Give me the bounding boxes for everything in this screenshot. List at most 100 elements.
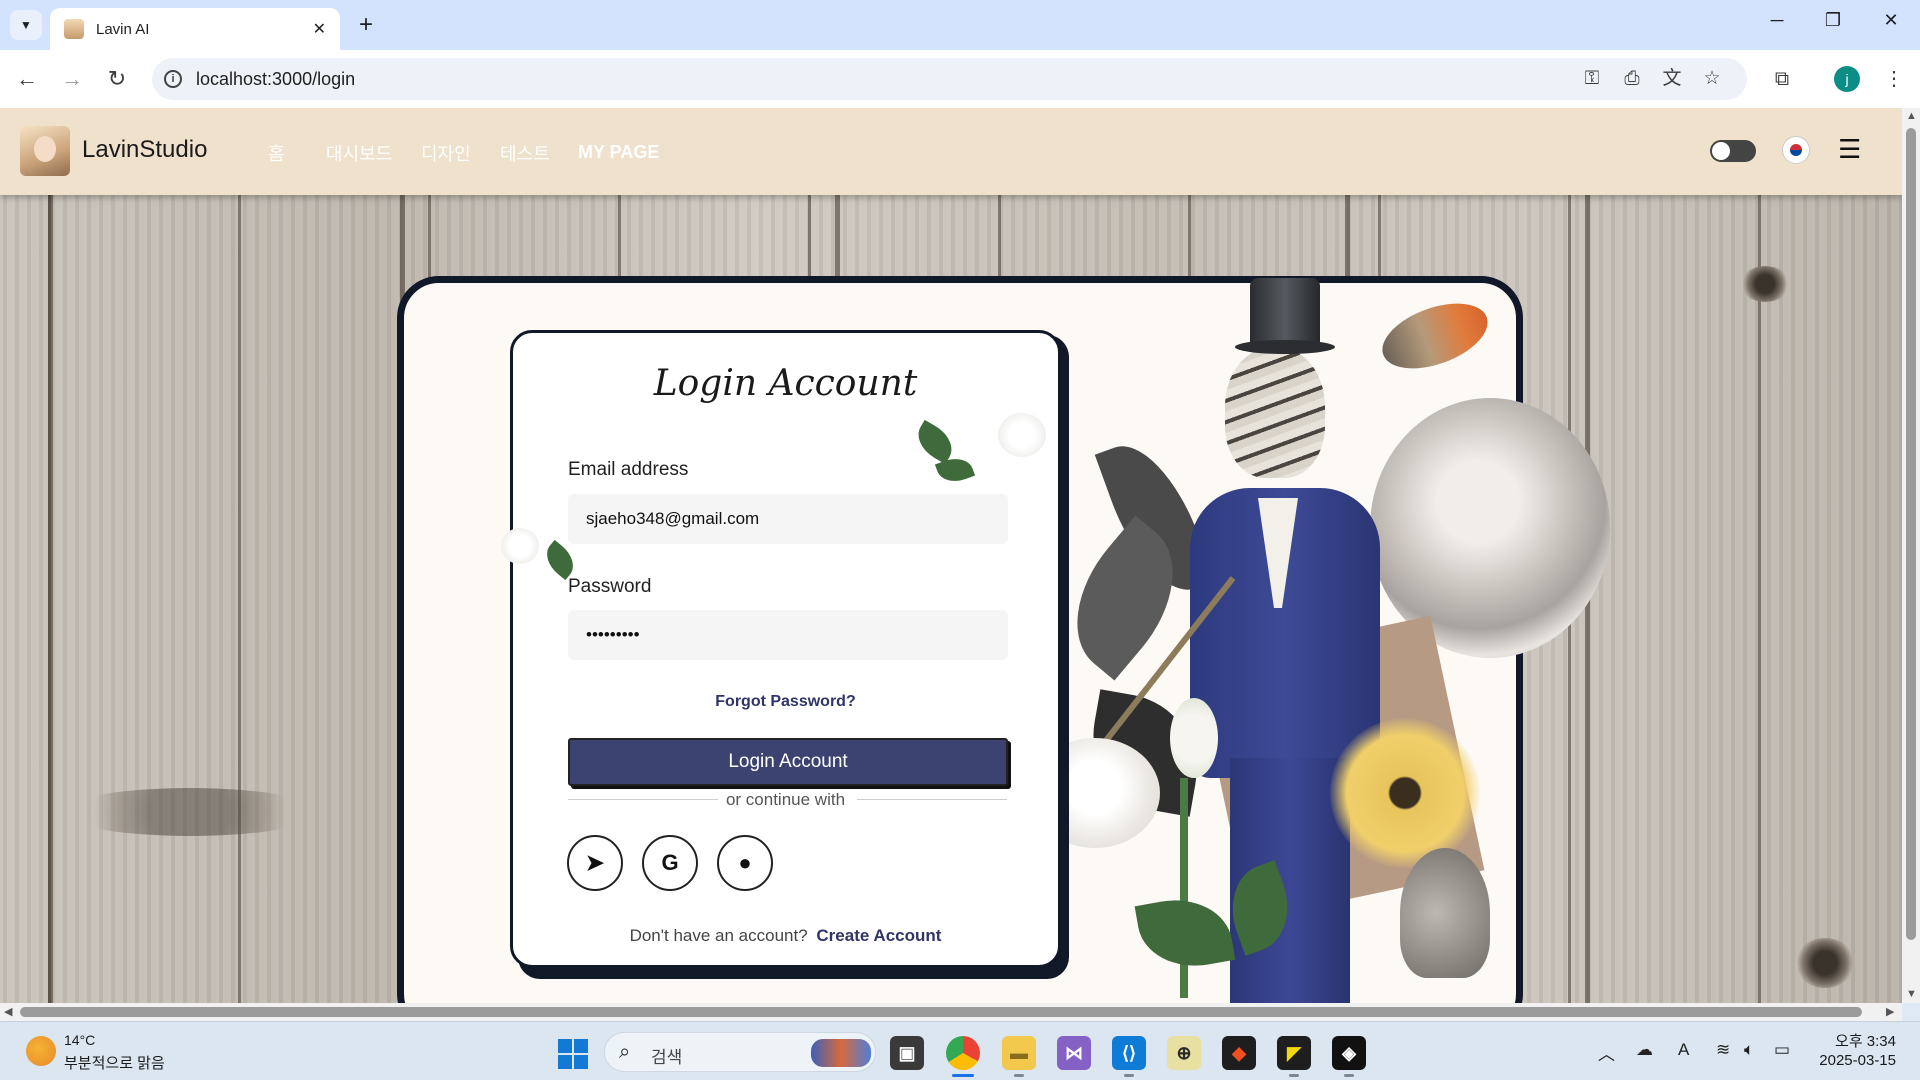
peony-flower — [1370, 398, 1610, 658]
taskbar-search[interactable]: ⌕ 검색 — [604, 1032, 876, 1072]
nav-dashboard[interactable]: 대시보드 — [326, 140, 392, 166]
scroll-right-icon[interactable]: ▶ — [1886, 1005, 1894, 1018]
back-icon[interactable]: ← — [12, 64, 42, 94]
top-hat-brim — [1235, 340, 1335, 354]
close-window-icon[interactable]: ✕ — [1866, 10, 1916, 40]
telegram-login-button[interactable]: ➤ — [567, 835, 623, 891]
browser-menu-icon[interactable]: ⋮ — [1876, 62, 1912, 96]
app-icon[interactable]: ⊕ — [1167, 1036, 1201, 1070]
clock-date[interactable]: 2025-03-15 — [1806, 1052, 1896, 1069]
wifi-icon[interactable]: ≋ — [1716, 1040, 1730, 1060]
tray-overflow-icon[interactable]: ︿ — [1598, 1040, 1615, 1065]
chrome-icon[interactable] — [946, 1036, 980, 1070]
search-placeholder: 검색 — [651, 1048, 683, 1067]
nav-test[interactable]: 테스트 — [500, 140, 550, 166]
nav-my-page[interactable]: MY PAGE — [578, 142, 659, 163]
create-account-link[interactable]: Create Account — [816, 926, 941, 945]
scroll-up-icon[interactable]: ▲ — [1906, 110, 1917, 122]
signup-prompt: Don't have an account? — [629, 926, 808, 945]
battery-icon[interactable]: ▭ — [1774, 1040, 1790, 1060]
green-leaf — [539, 539, 581, 581]
tab-title: Lavin AI — [96, 20, 150, 38]
password-key-icon[interactable]: ⚿ — [1574, 58, 1610, 100]
extensions-icon[interactable]: ⧉ — [1764, 62, 1800, 96]
nav-design[interactable]: 디자인 — [421, 140, 471, 166]
login-card: Login Account Email address Password For… — [501, 330, 1061, 968]
small-white-rose — [998, 413, 1046, 457]
close-tab-icon[interactable]: ✕ — [313, 19, 326, 39]
scroll-left-icon[interactable]: ◀ — [4, 1005, 12, 1018]
bookmark-star-icon[interactable]: ☆ — [1694, 58, 1730, 100]
theme-toggle[interactable] — [1710, 140, 1756, 162]
file-explorer-icon[interactable]: ▬ — [1002, 1036, 1036, 1070]
brand-name[interactable]: LavinStudio — [82, 136, 207, 164]
site-info-icon[interactable]: i — [164, 70, 182, 88]
running-indicator — [1124, 1074, 1134, 1077]
profile-avatar[interactable]: j — [1834, 66, 1860, 92]
install-app-icon[interactable]: ⎙ — [1614, 58, 1650, 100]
top-hat — [1250, 278, 1320, 348]
horizontal-scroll-thumb[interactable] — [20, 1007, 1862, 1017]
search-icon: ⌕ — [619, 1041, 631, 1063]
robin-bird — [1373, 290, 1497, 382]
vertical-scroll-thumb[interactable] — [1906, 128, 1916, 940]
restore-icon[interactable]: ❐ — [1808, 10, 1858, 40]
weather-temperature[interactable]: 14°C — [64, 1032, 95, 1048]
green-leaf — [910, 419, 960, 465]
running-indicator — [1344, 1074, 1354, 1077]
reload-icon[interactable]: ↻ — [102, 64, 132, 94]
vertical-scrollbar[interactable]: ▲ ▼ — [1902, 108, 1920, 1003]
windows-taskbar: 14°C 부분적으로 맑음 ⌕ 검색 ▣ ▬ ⋈ ⟨⟩ ⊕ ◆ ◤ ◈ ︿ ☁ … — [0, 1021, 1920, 1080]
google-icon: G — [661, 850, 679, 875]
google-login-button[interactable]: G — [642, 835, 698, 891]
wood-grain-streak — [60, 788, 320, 836]
nav-home[interactable]: 홈 — [268, 140, 285, 166]
browser-toolbar: ← → ↻ i localhost:3000/login ⚿ ⎙ 文 ☆ ⧉ j… — [0, 50, 1920, 108]
forgot-password-link[interactable]: Forgot Password? — [513, 693, 1058, 711]
vscode-icon[interactable]: ⟨⟩ — [1112, 1036, 1146, 1070]
small-white-rose — [501, 528, 539, 564]
password-field[interactable] — [568, 610, 1008, 660]
forward-icon[interactable]: → — [57, 64, 87, 94]
weather-description[interactable]: 부분적으로 맑음 — [64, 1052, 165, 1073]
korea-flag-icon[interactable] — [1782, 136, 1810, 164]
hamburger-menu-icon[interactable]: ☰ — [1838, 136, 1864, 162]
tab-strip: ▼ Lavin AI ✕ + ─ ❐ ✕ — [0, 0, 1920, 50]
ime-icon[interactable]: A — [1678, 1040, 1689, 1060]
login-button[interactable]: Login Account — [568, 738, 1008, 786]
weather-icon[interactable] — [26, 1036, 56, 1066]
email-label: Email address — [568, 459, 689, 480]
address-bar[interactable]: i localhost:3000/login ⚿ ⎙ 文 ☆ — [152, 58, 1747, 100]
new-tab-button[interactable]: + — [352, 12, 380, 40]
translate-icon[interactable]: 文 — [1654, 58, 1690, 100]
email-field[interactable] — [568, 494, 1008, 544]
yellow-daisy — [1330, 718, 1480, 868]
windows-logo-icon — [558, 1039, 572, 1053]
wood-plank-seam — [48, 195, 53, 1003]
wood-knot — [1795, 938, 1855, 988]
cursor-app-icon[interactable]: ◈ — [1332, 1036, 1366, 1070]
favicon-icon — [64, 19, 84, 39]
onedrive-icon[interactable]: ☁ — [1636, 1040, 1653, 1060]
tiger-head — [1225, 348, 1325, 478]
horizontal-scrollbar[interactable]: ◀ ▶ — [0, 1003, 1902, 1021]
start-button[interactable] — [558, 1039, 588, 1069]
task-view-icon[interactable]: ▣ — [890, 1036, 924, 1070]
minimize-icon[interactable]: ─ — [1752, 10, 1802, 40]
scroll-down-icon[interactable]: ▼ — [1906, 988, 1917, 1000]
page-viewport: LavinStudio 홈 대시보드 디자인 테스트 MY PAGE ☰ Log… — [0, 108, 1902, 1003]
tab-search-chevron-icon[interactable]: ▼ — [10, 10, 42, 40]
volume-icon[interactable]: 🔈︎ — [1744, 1040, 1754, 1060]
brand-avatar[interactable] — [20, 126, 70, 176]
gentleman-tiger-illustration — [1030, 278, 1620, 1003]
rose-bud — [1170, 698, 1218, 778]
url-text[interactable]: localhost:3000/login — [196, 69, 355, 90]
visual-studio-icon[interactable]: ⋈ — [1057, 1036, 1091, 1070]
search-highlight-image — [811, 1039, 871, 1067]
browser-tab[interactable]: Lavin AI ✕ — [50, 8, 340, 50]
apple-login-button[interactable]: ● — [717, 835, 773, 891]
clock-time[interactable]: 오후 3:34 — [1826, 1030, 1896, 1051]
sticky-notes-icon[interactable]: ◤ — [1277, 1036, 1311, 1070]
grey-leaf — [1400, 848, 1490, 978]
figma-icon[interactable]: ◆ — [1222, 1036, 1256, 1070]
